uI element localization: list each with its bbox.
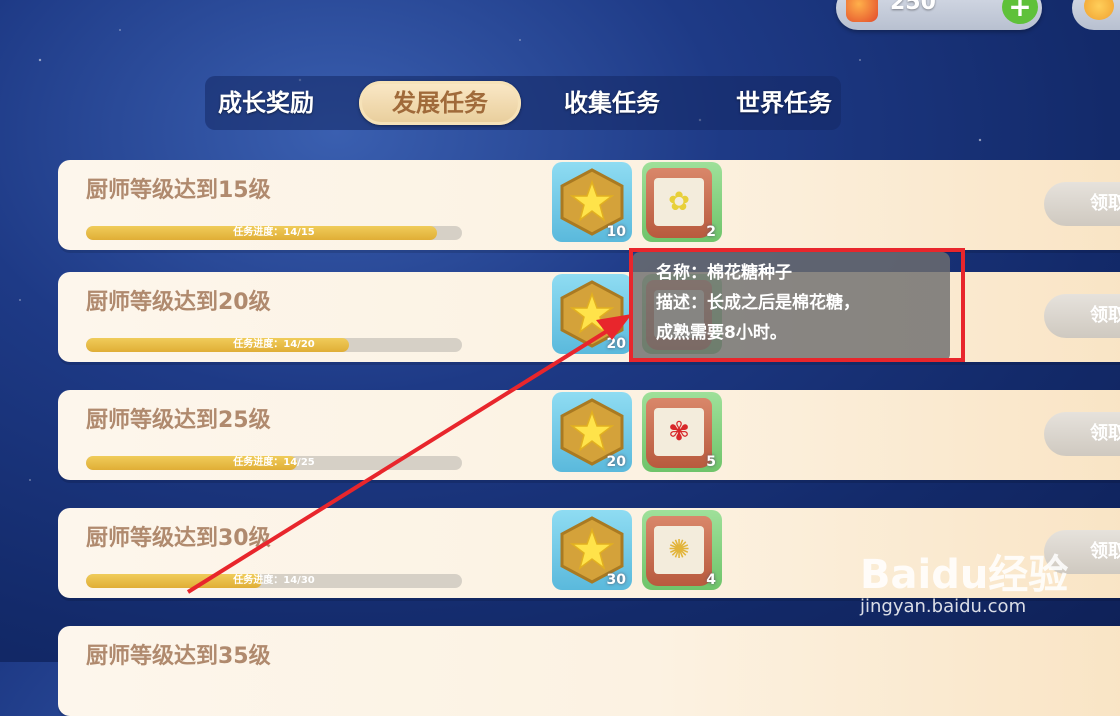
- arrow-shaft: [186, 326, 614, 594]
- watermark: Baidu经验 jingyan.baidu.com: [860, 542, 1068, 617]
- watermark-logo: Baidu经验: [860, 552, 1069, 598]
